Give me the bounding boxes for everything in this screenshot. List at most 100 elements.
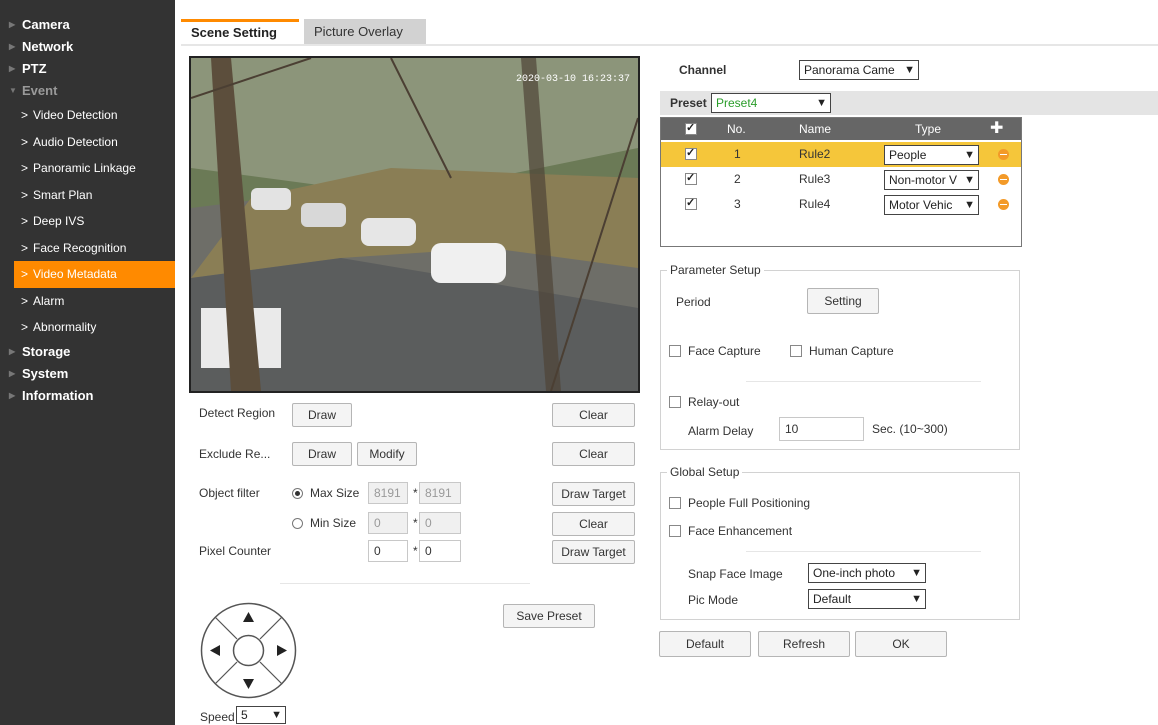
ptz-pad-graphic (200, 602, 297, 699)
delete-rule-icon[interactable] (998, 174, 1009, 185)
global-setup-group: Global Setup People Full Positioning Fac… (660, 465, 1020, 620)
chevron-right-icon: > (21, 214, 29, 228)
sidebar-item-panoramic-linkage[interactable]: > Panoramic Linkage (0, 155, 175, 182)
sidebar-item-deep-ivs[interactable]: > Deep IVS (0, 208, 175, 235)
camera-scene-image (191, 58, 638, 391)
chevron-down-icon: ▼ (911, 567, 922, 579)
sidebar-item-smart-plan[interactable]: > Smart Plan (0, 182, 175, 209)
delete-rule-icon[interactable] (998, 199, 1009, 210)
parameter-setup-title: Parameter Setup (667, 263, 764, 277)
ptz-direction-pad (200, 602, 297, 699)
column-name: Name (799, 122, 832, 136)
detect-region-clear-button[interactable]: Clear (552, 403, 635, 427)
chevron-right-icon: > (21, 161, 29, 175)
people-full-positioning-label: People Full Positioning (688, 496, 811, 510)
sidebar-item-system[interactable]: ▶ System (0, 363, 175, 385)
chevron-down-icon: ▼ (911, 593, 922, 605)
exclude-region-modify-button[interactable]: Modify (357, 442, 417, 466)
column-no: No. (727, 122, 746, 136)
sidebar-item-video-metadata[interactable]: > Video Metadata (14, 261, 175, 288)
row-checkbox[interactable] (685, 196, 697, 210)
pixel-counter-width-input[interactable]: 0 (368, 540, 408, 562)
chevron-right-icon: > (21, 134, 29, 149)
size-separator: * (413, 486, 418, 500)
chevron-right-icon: > (21, 187, 29, 202)
save-preset-button[interactable]: Save Preset (503, 604, 595, 628)
detect-region-label: Detect Region (199, 406, 276, 420)
pic-mode-label: Pic Mode (688, 593, 739, 607)
rule-type-select[interactable]: People ▼ (884, 145, 979, 165)
sidebar-item-alarm[interactable]: > Alarm (0, 288, 175, 315)
ok-button[interactable]: OK (855, 631, 947, 657)
detect-region-draw-button[interactable]: Draw (292, 403, 352, 427)
rule-no: 1 (734, 147, 741, 161)
video-preview[interactable]: 2020-03-10 16:23:37 (189, 56, 640, 393)
max-size-label: Max Size (310, 486, 360, 500)
delete-rule-icon[interactable] (998, 149, 1009, 160)
object-filter-clear-button[interactable]: Clear (552, 512, 635, 536)
human-capture-checkbox[interactable] (790, 345, 802, 357)
add-rule-icon[interactable]: ✚ (990, 118, 1003, 140)
period-label: Period (676, 295, 711, 309)
sidebar-item-network[interactable]: ▶ Network (0, 36, 175, 58)
min-size-height-input[interactable]: 0 (419, 512, 461, 534)
people-full-positioning-checkbox[interactable] (669, 497, 681, 509)
rule-table-header: No. Name Type ✚ (661, 118, 1021, 140)
chevron-right-icon: > (21, 267, 29, 281)
refresh-button[interactable]: Refresh (758, 631, 850, 657)
select-all-checkbox[interactable] (685, 121, 697, 135)
snap-face-image-label: Snap Face Image (688, 567, 783, 581)
pixel-counter-height-input[interactable]: 0 (419, 540, 461, 562)
global-setup-title: Global Setup (667, 465, 743, 479)
tab-picture-overlay[interactable]: Picture Overlay (304, 19, 426, 45)
sidebar-item-camera[interactable]: ▶ Camera (0, 14, 175, 36)
face-capture-label: Face Capture (688, 344, 761, 358)
relay-out-label: Relay-out (688, 395, 740, 409)
sidebar-item-information[interactable]: ▶ Information (0, 385, 175, 407)
row-checkbox[interactable] (685, 146, 697, 160)
sidebar-item-video-detection[interactable]: > Video Detection (0, 102, 175, 129)
face-capture-checkbox[interactable] (669, 345, 681, 357)
preset-select[interactable]: Preset4 ▼ (711, 93, 831, 113)
pixel-counter-label: Pixel Counter (199, 544, 272, 558)
pixel-counter-draw-target-button[interactable]: Draw Target (552, 540, 635, 564)
face-enhancement-checkbox[interactable] (669, 525, 681, 537)
alarm-delay-input[interactable]: 10 (779, 417, 864, 441)
max-size-height-input[interactable]: 8191 (419, 482, 461, 504)
channel-label: Channel (679, 63, 727, 77)
sidebar-item-storage[interactable]: ▶ Storage (0, 341, 175, 363)
divider (746, 381, 981, 382)
relay-out-checkbox[interactable] (669, 396, 681, 408)
chevron-down-icon: ▼ (271, 709, 282, 721)
rule-type-select[interactable]: Non-motor V ▼ (884, 170, 979, 190)
rule-type-select[interactable]: Motor Vehic ▼ (884, 195, 979, 215)
sidebar-item-abnormality[interactable]: > Abnormality (0, 314, 175, 341)
exclude-region-draw-button[interactable]: Draw (292, 442, 352, 466)
table-row[interactable]: 3 Rule4 Motor Vehic▼ (661, 192, 1021, 217)
alarm-delay-unit: Sec. (10~300) (872, 422, 948, 436)
arrow-right-icon: ▶ (9, 64, 16, 73)
channel-select[interactable]: Panorama Came ▼ (799, 60, 919, 80)
max-size-width-input[interactable]: 8191 (368, 482, 408, 504)
sidebar-item-face-recognition[interactable]: > Face Recognition (0, 235, 175, 262)
sidebar-item-event[interactable]: ▼ Event (0, 80, 175, 102)
default-button[interactable]: Default (659, 631, 751, 657)
rule-no: 3 (734, 197, 741, 211)
exclude-region-clear-button[interactable]: Clear (552, 442, 635, 466)
column-type: Type (915, 122, 942, 136)
min-size-radio[interactable] (292, 518, 303, 529)
min-size-width-input[interactable]: 0 (368, 512, 408, 534)
divider (280, 583, 530, 584)
speed-select[interactable]: 5 ▼ (236, 706, 286, 724)
sidebar-item-audio-detection[interactable]: > Audio Detection (0, 129, 175, 156)
max-size-radio[interactable] (292, 488, 303, 499)
tab-scene-setting[interactable]: Scene Setting (181, 19, 299, 45)
snap-face-image-select[interactable]: One-inch photo ▼ (808, 563, 926, 583)
object-filter-draw-target-button[interactable]: Draw Target (552, 482, 635, 506)
table-row[interactable]: 1 Rule2 People▼ (661, 142, 1021, 167)
period-setting-button[interactable]: Setting (807, 288, 879, 314)
table-row[interactable]: 2 Rule3 Non-motor V▼ (661, 167, 1021, 192)
pic-mode-select[interactable]: Default ▼ (808, 589, 926, 609)
row-checkbox[interactable] (685, 171, 697, 185)
sidebar-item-ptz[interactable]: ▶ PTZ (0, 58, 175, 80)
